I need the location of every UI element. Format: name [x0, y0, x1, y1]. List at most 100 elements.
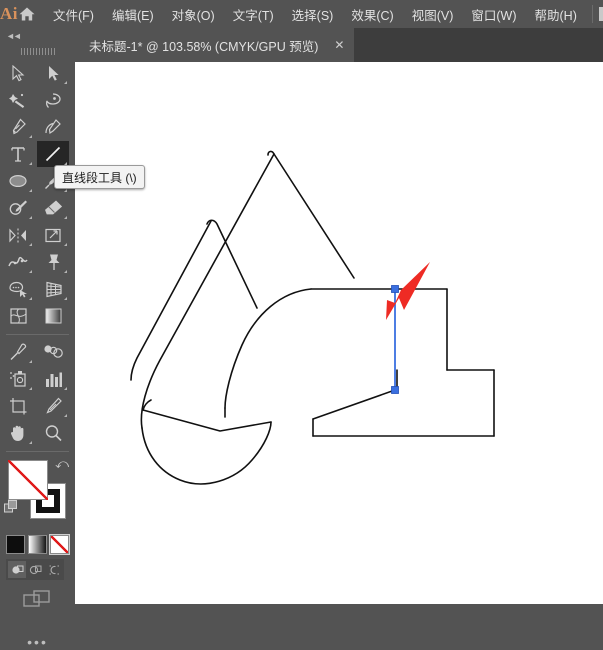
flyout-indicator: [29, 216, 32, 219]
slice-tool[interactable]: [37, 393, 69, 419]
home-icon[interactable]: [18, 0, 36, 28]
home-glyph: [18, 6, 36, 22]
flyout-indicator: [29, 135, 32, 138]
type-tool[interactable]: [2, 141, 34, 167]
flyout-indicator: [29, 387, 32, 390]
menu-window[interactable]: 窗口(W): [462, 0, 525, 28]
rotate-tool[interactable]: [2, 222, 34, 248]
anchor-point-start[interactable]: [392, 286, 399, 293]
shaper-tool[interactable]: [2, 195, 34, 221]
anchor-point-end[interactable]: [392, 387, 399, 394]
zoom-tool[interactable]: [37, 420, 69, 446]
none-button[interactable]: [50, 535, 69, 554]
selection-tool[interactable]: [2, 60, 34, 86]
diagonal-line-icon: [43, 144, 63, 164]
tool-row: [0, 393, 75, 420]
none-slash-icon: [8, 460, 48, 500]
menu-edit[interactable]: 编辑(E): [103, 0, 163, 28]
arrow-cursor-icon: [11, 65, 26, 82]
tools-panel-header: ◄◄: [0, 28, 75, 44]
menu-select[interactable]: 选择(S): [283, 0, 343, 28]
screen-mode-row: [0, 589, 75, 616]
eraser-tool[interactable]: [37, 195, 69, 221]
direct-selection-tool[interactable]: [37, 60, 69, 86]
flyout-indicator: [29, 360, 32, 363]
perspective-grid-tool[interactable]: [37, 276, 69, 302]
tool-row: [0, 222, 75, 249]
app-logo: Ai: [0, 0, 18, 28]
tool-row: [0, 339, 75, 366]
curvature-tool[interactable]: [37, 114, 69, 140]
artwork-paths: [131, 151, 494, 483]
menu-help[interactable]: 帮助(H): [526, 0, 586, 28]
shape-builder-tool[interactable]: [2, 276, 34, 302]
menu-object[interactable]: 对象(O): [163, 0, 224, 28]
scale-arrow-box-icon: [44, 227, 63, 244]
perspective-grid-icon: [44, 281, 63, 298]
column-graph-tool[interactable]: [37, 366, 69, 392]
menu-bar: Ai 文件(F) 编辑(E) 对象(O) 文字(T) 选择(S) 效果(C) 视…: [0, 0, 603, 28]
close-icon[interactable]: ✕: [332, 38, 346, 52]
free-transform-tool[interactable]: [37, 249, 69, 275]
rotate-reflect-icon: [8, 227, 28, 244]
draw-inside-mode[interactable]: [44, 561, 62, 578]
magic-wand-tool[interactable]: [2, 87, 34, 113]
fill-swatch[interactable]: [8, 460, 48, 500]
gradient-swatch-icon: [44, 307, 63, 325]
cab-chassis-slope: [313, 390, 397, 419]
mesh-tool[interactable]: [2, 303, 34, 329]
menu-effect[interactable]: 效果(C): [342, 0, 402, 28]
default-fill-stroke-icon[interactable]: [4, 500, 19, 520]
flyout-indicator: [29, 189, 32, 192]
menubar-right-controls: [586, 0, 603, 28]
draw-normal-mode[interactable]: [8, 561, 26, 578]
draw-behind-mode[interactable]: [26, 561, 44, 578]
artboard-tool[interactable]: [2, 393, 34, 419]
eraser-icon: [44, 199, 63, 217]
tool-row: [0, 195, 75, 222]
draw-behind-icon: [29, 564, 42, 576]
tools-divider: [6, 334, 69, 335]
artboard-crop-icon: [9, 397, 28, 415]
change-screen-mode[interactable]: [23, 589, 53, 616]
menu-type[interactable]: 文字(T): [224, 0, 283, 28]
eyedropper-tool[interactable]: [2, 339, 34, 365]
bar-chart-icon: [44, 371, 63, 388]
menubar-right-divider: [592, 5, 593, 23]
flyout-indicator: [29, 297, 32, 300]
lasso-tool[interactable]: [37, 87, 69, 113]
default-swatch-glyph: [4, 500, 19, 515]
gradient-tool[interactable]: [37, 303, 69, 329]
tools-grid: ⤺: [0, 58, 75, 650]
tools-panel-grip[interactable]: [0, 44, 75, 58]
pen-nib-icon: [9, 118, 27, 136]
shaper-pencil-icon: [9, 199, 28, 217]
type-T-icon: [10, 145, 26, 163]
pen-tool[interactable]: [2, 114, 34, 140]
flyout-indicator: [64, 414, 67, 417]
blend-tool[interactable]: [37, 339, 69, 365]
edit-toolbar-button[interactable]: •••: [0, 634, 75, 650]
menu-view[interactable]: 视图(V): [403, 0, 463, 28]
color-button[interactable]: [6, 535, 25, 554]
ellipse-tool[interactable]: [2, 168, 34, 194]
flyout-indicator: [29, 270, 32, 273]
gradient-button[interactable]: [28, 535, 47, 554]
menu-file[interactable]: 文件(F): [44, 0, 103, 28]
symbol-sprayer-tool[interactable]: [2, 366, 34, 392]
scale-tool[interactable]: [37, 222, 69, 248]
screen-mode-icon: [23, 589, 53, 611]
workspace-switcher-icon[interactable]: [599, 7, 603, 21]
artboard-canvas[interactable]: [75, 62, 603, 604]
flyout-indicator: [64, 81, 67, 84]
flyout-indicator: [29, 243, 32, 246]
curvature-pen-icon: [44, 118, 62, 136]
double-chevron-left-icon[interactable]: ◄◄: [6, 31, 20, 41]
hand-tool[interactable]: [2, 420, 34, 446]
tool-row: [0, 141, 75, 168]
symbol-sprayer-icon: [9, 370, 28, 388]
line-segment-tool[interactable]: [37, 141, 69, 167]
width-tool[interactable]: [2, 249, 34, 275]
document-tab[interactable]: 未标题-1* @ 103.58% (CMYK/GPU 预览) ✕: [75, 28, 354, 62]
swap-fill-stroke-icon[interactable]: ⤺: [55, 456, 69, 472]
